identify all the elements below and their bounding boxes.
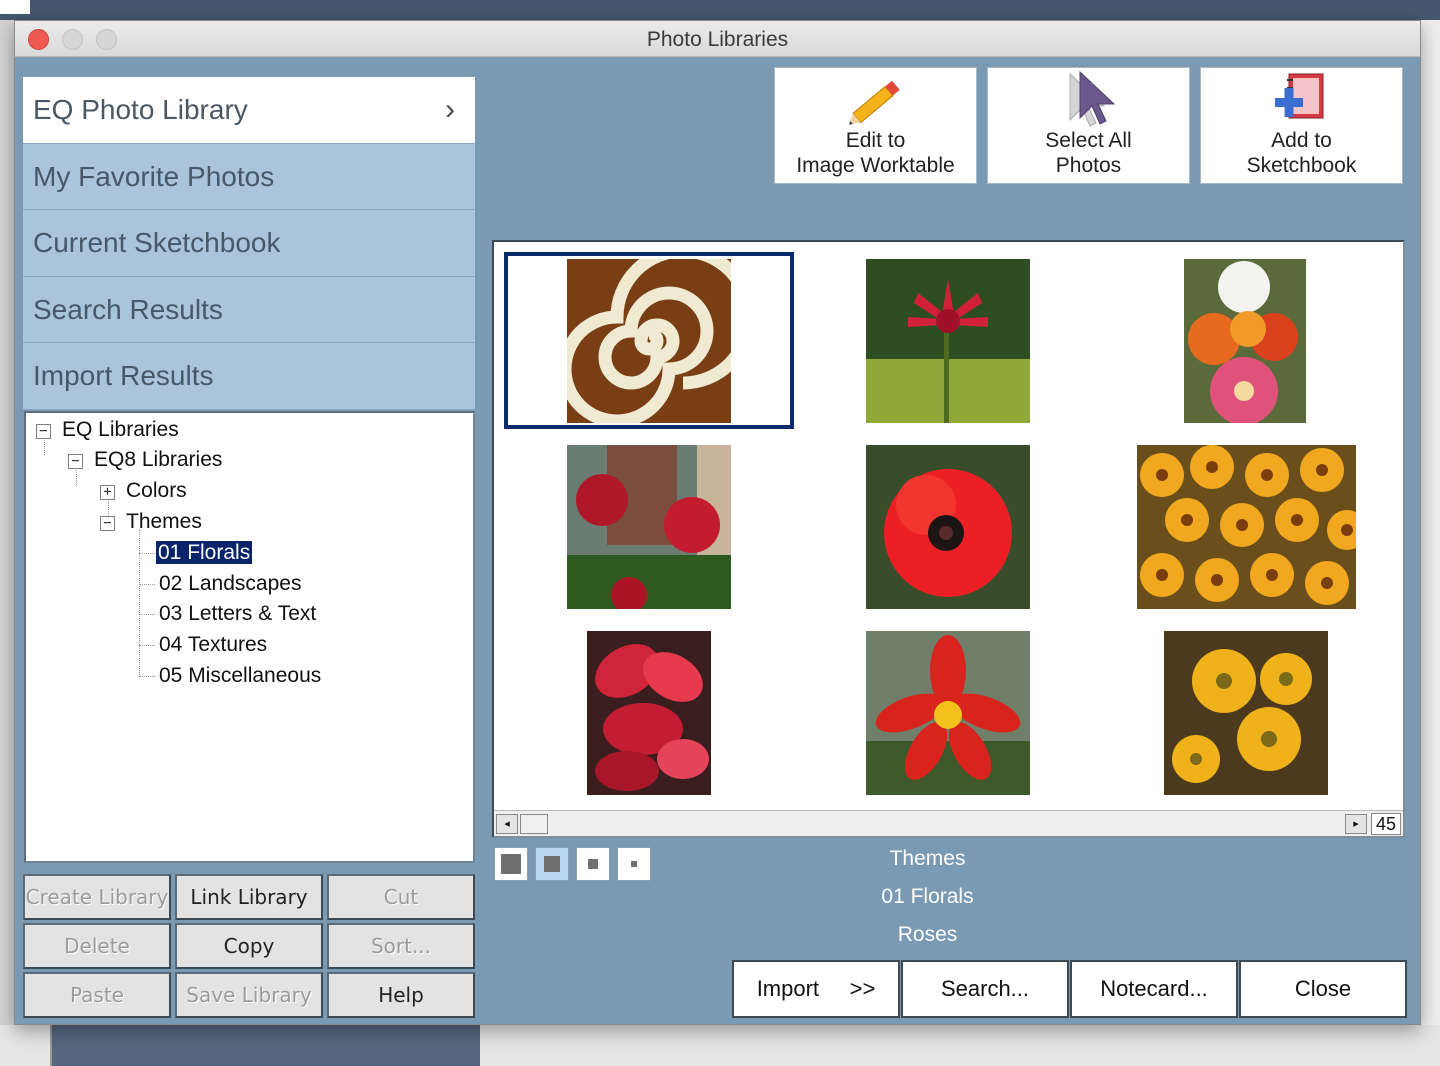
sort-button[interactable]: Sort... xyxy=(327,923,475,969)
nav-import-results[interactable]: Import Results xyxy=(23,343,475,410)
collapse-icon[interactable]: − xyxy=(68,454,83,469)
photo-red-daylily[interactable] xyxy=(866,631,1030,795)
expand-icon[interactable]: + xyxy=(100,485,115,500)
import-button[interactable]: Import >> xyxy=(732,960,900,1018)
thumbnail-size-medium[interactable] xyxy=(576,847,610,881)
sketchbook-add-icon xyxy=(1201,68,1402,132)
search-button[interactable]: Search... xyxy=(901,960,1069,1018)
add-to-sketchbook-button[interactable]: Add to Sketchbook xyxy=(1200,67,1403,184)
photo-red-poppy[interactable] xyxy=(866,445,1030,609)
info-category: Themes xyxy=(889,847,966,870)
nav-search-results[interactable]: Search Results xyxy=(23,276,475,343)
library-tree[interactable]: − EQ Libraries − EQ8 Libraries + Colors … xyxy=(24,411,475,863)
collapse-icon[interactable]: − xyxy=(36,424,51,439)
window-title: Photo Libraries xyxy=(646,28,789,51)
background-app-panel xyxy=(1420,20,1440,1066)
home-icon xyxy=(0,0,30,14)
edit-to-image-worktable-button[interactable]: Edit to Image Worktable xyxy=(774,67,977,184)
info-library: 01 Florals xyxy=(881,885,974,908)
photo-mixed-bouquet[interactable] xyxy=(1184,259,1306,423)
nav-my-favorite-photos[interactable]: My Favorite Photos xyxy=(23,143,475,210)
photo-red-bee-balm[interactable] xyxy=(866,259,1030,423)
background-app-footer xyxy=(0,1025,1440,1066)
scroll-thumb[interactable] xyxy=(520,814,548,834)
photo-red-foliage[interactable] xyxy=(587,631,711,795)
delete-button[interactable]: Delete xyxy=(23,923,171,969)
thumbnail-size-xlarge[interactable] xyxy=(494,847,528,881)
background-app-bar xyxy=(0,0,1440,20)
photo-count: 45 xyxy=(1371,813,1401,835)
thumbnail-size-small[interactable] xyxy=(617,847,651,881)
cursor-arrow-icon xyxy=(988,68,1189,132)
info-photo-name: Roses xyxy=(897,923,958,946)
photo-red-dahlias[interactable] xyxy=(567,445,731,609)
save-library-button[interactable]: Save Library xyxy=(175,972,323,1018)
pencil-icon xyxy=(775,68,976,132)
link-library-button[interactable]: Link Library xyxy=(175,874,323,920)
tree-node-themes[interactable]: Themes xyxy=(126,508,202,536)
library-nav: EQ Photo Library › My Favorite Photos Cu… xyxy=(23,77,475,410)
tree-node-eq-libraries[interactable]: EQ Libraries xyxy=(62,416,179,444)
select-all-photos-button[interactable]: Select All Photos xyxy=(987,67,1190,184)
tree-node-04-textures[interactable]: 04 Textures xyxy=(159,631,267,659)
chevron-right-icon: › xyxy=(445,93,455,126)
horizontal-scrollbar[interactable]: ◂ ▸ 45 xyxy=(494,810,1403,836)
copy-button[interactable]: Copy xyxy=(175,923,323,969)
thumbnail-size-large[interactable] xyxy=(535,847,569,881)
photo-libraries-dialog: Photo Libraries EQ Photo Library › My Fa… xyxy=(14,20,1421,1025)
notecard-button[interactable]: Notecard... xyxy=(1070,960,1238,1018)
tree-node-05-miscellaneous[interactable]: 05 Miscellaneous xyxy=(159,662,321,690)
photo-yellow-daisies[interactable] xyxy=(1137,445,1356,609)
close-button[interactable]: Close xyxy=(1239,960,1407,1018)
tree-node-colors[interactable]: Colors xyxy=(126,477,187,505)
nav-eq-photo-library[interactable]: EQ Photo Library › xyxy=(23,77,475,144)
photo-cell-selected[interactable] xyxy=(504,252,794,429)
nav-current-sketchbook[interactable]: Current Sketchbook xyxy=(23,210,475,277)
collapse-icon[interactable]: − xyxy=(100,516,115,531)
photo-roses-spiral[interactable] xyxy=(567,259,731,423)
create-library-button[interactable]: Create Library xyxy=(23,874,171,920)
tree-node-eq8-libraries[interactable]: EQ8 Libraries xyxy=(94,446,222,474)
photo-grid[interactable]: ◂ ▸ 45 xyxy=(492,240,1405,838)
title-bar[interactable]: Photo Libraries xyxy=(15,21,1420,57)
tree-node-02-landscapes[interactable]: 02 Landscapes xyxy=(159,570,301,598)
photo-yellow-coreopsis[interactable] xyxy=(1164,631,1328,795)
scroll-left-arrow[interactable]: ◂ xyxy=(496,814,518,834)
cut-button[interactable]: Cut xyxy=(327,874,475,920)
tree-node-03-letters-text[interactable]: 03 Letters & Text xyxy=(159,600,316,628)
paste-button[interactable]: Paste xyxy=(23,972,171,1018)
tree-node-01-florals[interactable]: 01 Florals xyxy=(154,539,254,567)
help-button[interactable]: Help xyxy=(327,972,475,1018)
scroll-right-arrow[interactable]: ▸ xyxy=(1345,814,1367,834)
